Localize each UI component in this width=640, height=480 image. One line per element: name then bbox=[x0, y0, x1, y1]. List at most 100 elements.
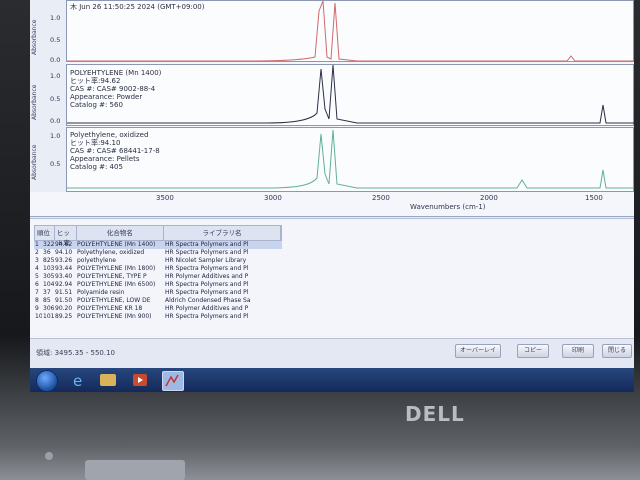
rank-cell: 10 bbox=[35, 313, 42, 320]
index-cell: 306 bbox=[43, 305, 54, 312]
hit-rate-cell: 93.40 bbox=[55, 273, 73, 280]
spectra-view: Absorbance 1.0 0.5 0.0 木 Jun 26 11:50:25… bbox=[30, 0, 634, 217]
panel-3-appearance: Appearance: Pellets bbox=[70, 155, 140, 163]
library-cell: HR Spectra Polymers and Pl bbox=[165, 289, 249, 296]
panel-3-catalog: Catalog #: 405 bbox=[70, 163, 123, 171]
spectrum-panel-2[interactable]: POLYEHTYLENE (Mn 1400) ヒット率:94.62 CAS #:… bbox=[66, 64, 634, 126]
spectrum-panel-3[interactable]: Polyethylene, oxidized ヒット率:94.10 CAS #:… bbox=[66, 127, 634, 192]
hit-rate-cell: 92.94 bbox=[55, 281, 73, 288]
region-readout: 領域: 3495.35 - 550.10 bbox=[36, 349, 115, 357]
panel-3-ytick: 1.0 bbox=[50, 132, 61, 140]
results-pane: 順位 ヒット率 化合物名 ライブラリ名 1 322 94.62 POLYEHTYLEN… bbox=[30, 218, 634, 339]
panel-2-ylabel: Absorbance bbox=[31, 84, 38, 120]
library-cell: HR Spectra Polymers and Pl bbox=[165, 313, 249, 320]
compound-cell: POLYETHYLENE (Mn 6500) bbox=[77, 281, 156, 288]
library-cell: HR Spectra Polymers and Pl bbox=[165, 281, 249, 288]
svg-text:e: e bbox=[73, 372, 82, 389]
hit-rate-cell: 93.44 bbox=[55, 265, 73, 272]
hit-rate-cell: 89.25 bbox=[55, 313, 73, 320]
index-cell: 825 bbox=[43, 257, 54, 264]
compound-cell: Polyethylene, oxidized bbox=[77, 249, 145, 256]
panel-1-timestamp: 木 Jun 26 11:50:25 2024 (GMT+09:00) bbox=[70, 3, 205, 11]
panel-2-catalog: Catalog #: 560 bbox=[70, 101, 123, 109]
table-row[interactable]: 5 305 93.40 POLYETHYLENE, TYPE P HR Polymer … bbox=[34, 273, 282, 281]
compound-cell: POLYETHYLENE, LOW DE bbox=[77, 297, 151, 304]
status-bar: 領域: 3495.35 - 550.10 オーバーレイ コピー 印刷 閉じる bbox=[30, 338, 634, 369]
column-header-rank[interactable]: 順位 bbox=[35, 226, 55, 240]
index-cell: 85 bbox=[43, 297, 51, 304]
rank-cell: 9 bbox=[35, 305, 39, 312]
library-cell: Aldrich Condensed Phase Sa bbox=[165, 297, 251, 304]
copy-button[interactable]: コピー bbox=[517, 344, 549, 358]
panel-1-ytick: 1.0 bbox=[50, 14, 61, 22]
index-cell: 322 bbox=[43, 241, 54, 248]
file-explorer-icon[interactable] bbox=[100, 374, 116, 386]
column-header-compound[interactable]: 化合物名 bbox=[77, 226, 164, 240]
x-tick: 2000 bbox=[480, 194, 498, 202]
table-row[interactable]: 8 85 91.50 POLYETHYLENE, LOW DE Aldrich Cond… bbox=[34, 297, 282, 305]
table-row[interactable]: 3 825 93.26 polyethylene HR Nicolet Sampler … bbox=[34, 257, 282, 265]
taskbar: e bbox=[30, 368, 634, 392]
panel-3-ylabel: Absorbance bbox=[31, 144, 38, 180]
results-table[interactable]: 順位 ヒット率 化合物名 ライブラリ名 1 322 94.62 POLYEHTYLEN… bbox=[34, 225, 282, 321]
table-body: 1 322 94.62 POLYEHTYLENE (Mn 1400) HR Spectr… bbox=[34, 241, 282, 321]
index-cell: 101 bbox=[43, 313, 54, 320]
table-header: 順位 ヒット率 化合物名 ライブラリ名 bbox=[34, 225, 282, 247]
panel-1-ylabel: Absorbance bbox=[31, 19, 38, 55]
rank-cell: 2 bbox=[35, 249, 39, 256]
overlay-button[interactable]: オーバーレイ bbox=[455, 344, 501, 358]
panel-3-compound: Polyethylene, oxidized bbox=[70, 131, 149, 139]
laptop-hinge bbox=[85, 460, 185, 480]
panel-3-hit: ヒット率:94.10 bbox=[70, 139, 121, 147]
table-row[interactable]: 1 322 94.62 POLYEHTYLENE (Mn 1400) HR Spectr… bbox=[34, 241, 282, 249]
x-axis-label: Wavenumbers (cm-1) bbox=[410, 203, 486, 211]
start-orb[interactable] bbox=[36, 370, 58, 392]
library-cell: HR Nicolet Sampler Library bbox=[165, 257, 247, 264]
power-led bbox=[45, 452, 53, 460]
compound-cell: POLYETHYLENE (Mn 1800) bbox=[77, 265, 156, 272]
hit-rate-cell: 90.20 bbox=[55, 305, 73, 312]
index-cell: 103 bbox=[43, 265, 54, 272]
rank-cell: 4 bbox=[35, 265, 39, 272]
print-button[interactable]: 印刷 bbox=[562, 344, 594, 358]
table-row[interactable]: 4 103 93.44 POLYETHYLENE (Mn 1800) HR Spectr… bbox=[34, 265, 282, 273]
panel-1-ytick: 0.5 bbox=[50, 36, 61, 44]
index-cell: 305 bbox=[43, 273, 54, 280]
table-row[interactable]: 7 37 91.51 Polyamide resin HR Spectra Polyme… bbox=[34, 289, 282, 297]
hit-rate-cell: 91.51 bbox=[55, 289, 73, 296]
panel-2-cas: CAS #: CAS# 9002-88-4 bbox=[70, 85, 156, 93]
close-button[interactable]: 閉じる bbox=[602, 344, 632, 358]
library-cell: HR Spectra Polymers and Pl bbox=[165, 241, 249, 248]
rank-cell: 3 bbox=[35, 257, 39, 264]
table-row[interactable]: 2 36 94.10 Polyethylene, oxidized HR Spectra… bbox=[34, 249, 282, 257]
compound-cell: POLYETHYLENE, TYPE P bbox=[77, 273, 147, 280]
omnic-app-icon[interactable] bbox=[162, 371, 184, 391]
index-cell: 104 bbox=[43, 281, 54, 288]
index-cell: 36 bbox=[43, 249, 51, 256]
library-cell: HR Spectra Polymers and Pl bbox=[165, 249, 249, 256]
dell-logo: DELL bbox=[405, 402, 465, 426]
rank-cell: 1 bbox=[35, 241, 39, 248]
spectrum-panel-1[interactable]: 木 Jun 26 11:50:25 2024 (GMT+09:00) bbox=[66, 0, 634, 62]
table-row[interactable]: 10 101 89.25 POLYETHYLENE (Mn 900) HR Spectr… bbox=[34, 313, 282, 321]
table-row[interactable]: 9 306 90.20 POLYETHYLENE KR 18 HR Polymer Ad… bbox=[34, 305, 282, 313]
column-header-library[interactable]: ライブラリ名 bbox=[164, 226, 281, 240]
compound-cell: POLYETHYLENE (Mn 900) bbox=[77, 313, 152, 320]
panel-2-ytick: 0.5 bbox=[50, 95, 61, 103]
rank-cell: 8 bbox=[35, 297, 39, 304]
library-cell: HR Polymer Additives and P bbox=[165, 305, 249, 312]
panel-2-ytick: 1.0 bbox=[50, 72, 61, 80]
library-cell: HR Spectra Polymers and Pl bbox=[165, 265, 249, 272]
table-row[interactable]: 6 104 92.94 POLYETHYLENE (Mn 6500) HR Spectr… bbox=[34, 281, 282, 289]
column-header-hit-rate[interactable]: ヒット率 bbox=[55, 226, 77, 247]
internet-explorer-icon[interactable]: e bbox=[68, 371, 88, 390]
x-tick: 2500 bbox=[372, 194, 390, 202]
x-tick: 3500 bbox=[156, 194, 174, 202]
panel-2-hit: ヒット率:94.62 bbox=[70, 77, 121, 85]
hit-rate-cell: 94.62 bbox=[55, 241, 73, 248]
panel-2-compound: POLYEHTYLENE (Mn 1400) bbox=[70, 69, 162, 77]
media-player-icon[interactable] bbox=[130, 371, 150, 389]
compound-cell: Polyamide resin bbox=[77, 289, 125, 296]
rank-cell: 6 bbox=[35, 281, 39, 288]
index-cell: 37 bbox=[43, 289, 51, 296]
